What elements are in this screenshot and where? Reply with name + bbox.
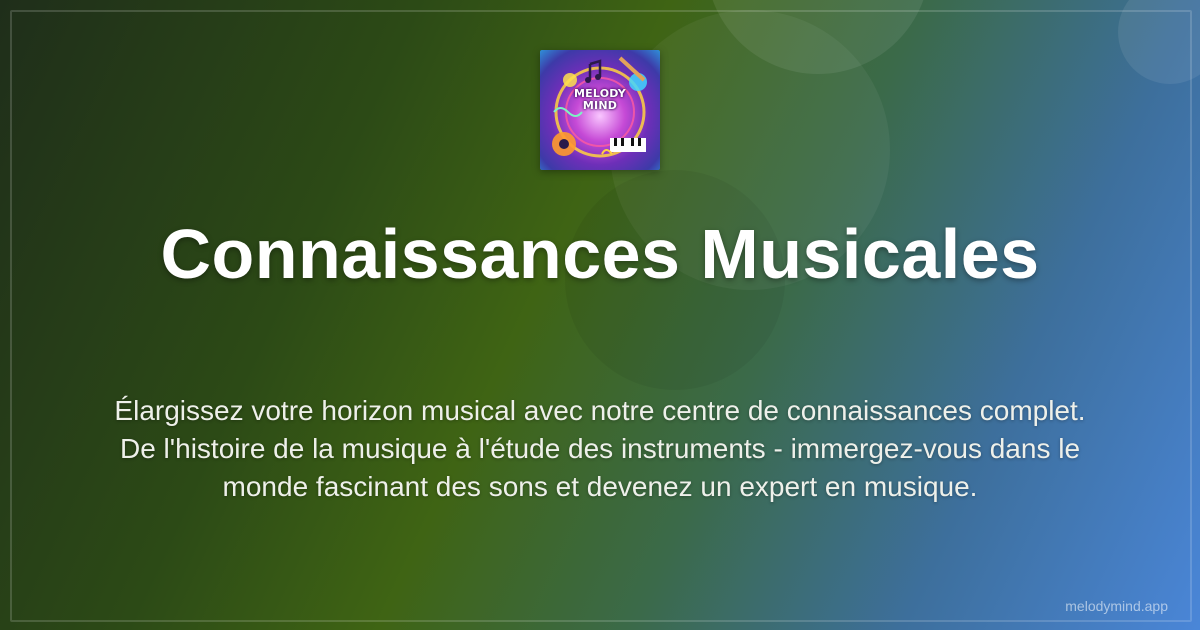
logo-wordmark-line: MIND xyxy=(582,99,618,112)
page-title: Connaissances Musicales xyxy=(160,215,1040,293)
decorative-circle xyxy=(706,0,930,74)
melodymind-logo: MELODY MIND xyxy=(540,50,660,170)
site-domain: melodymind.app xyxy=(1065,598,1168,614)
description-text: Élargissez votre horizon musical avec no… xyxy=(114,395,1086,502)
social-card: MELODY MIND Connaissances Musicales Élar… xyxy=(0,0,1200,630)
logo-wordmark: MELODY MIND xyxy=(550,88,650,112)
decorative-circle xyxy=(1118,0,1200,84)
